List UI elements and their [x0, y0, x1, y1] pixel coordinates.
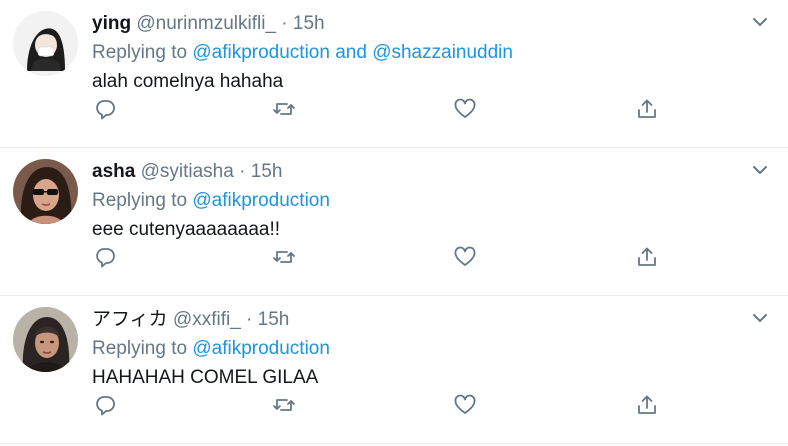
replying-to: Replying to @afikproduction	[92, 186, 768, 216]
avatar-image	[13, 11, 78, 76]
tweet-actions	[92, 96, 672, 126]
tweet-item[interactable]: ying @nurinmzulkifli_ · 15h Replying to …	[0, 0, 788, 148]
tweet-text: eee cutenyaaaaaaaa!!	[92, 219, 281, 240]
replying-prefix: Replying to	[92, 338, 188, 359]
heart-icon[interactable]	[452, 392, 478, 418]
retweet-icon[interactable]	[271, 392, 297, 418]
reply-icon[interactable]	[92, 244, 118, 270]
timestamp[interactable]: 15h	[258, 309, 290, 330]
display-name[interactable]: ying	[92, 13, 131, 34]
tweet-item[interactable]: アフィカ @xxfifi_ · 15h Replying to @afikpro…	[0, 296, 788, 444]
share-icon[interactable]	[634, 96, 660, 122]
replying-to: Replying to @afikproduction and @shazzai…	[92, 38, 768, 68]
user-handle[interactable]: @xxfifi_	[173, 309, 241, 330]
replying-prefix: Replying to	[92, 42, 188, 63]
replying-to: Replying to @afikproduction	[92, 334, 768, 364]
chevron-down-icon[interactable]	[750, 160, 770, 180]
replying-prefix: Replying to	[92, 190, 188, 211]
tweet-header: ying @nurinmzulkifli_ · 15h	[92, 10, 768, 38]
avatar[interactable]	[13, 159, 78, 224]
mention-link[interactable]: @afikproduction	[192, 190, 330, 211]
display-name[interactable]: asha	[92, 161, 135, 182]
mention-joiner[interactable]: and	[335, 42, 367, 63]
tweet-actions	[92, 392, 672, 422]
share-icon[interactable]	[634, 244, 660, 270]
avatar-image	[13, 307, 78, 372]
avatar[interactable]	[13, 307, 78, 372]
tweet-text: alah comelnya hahaha	[92, 71, 284, 92]
avatar[interactable]	[13, 11, 78, 76]
heart-icon[interactable]	[452, 96, 478, 122]
chevron-down-icon[interactable]	[750, 308, 770, 328]
tweet-actions	[92, 244, 672, 274]
tweet-item[interactable]: asha @syitiasha · 15h Replying to @afikp…	[0, 148, 788, 296]
chevron-down-icon[interactable]	[750, 12, 770, 32]
share-icon[interactable]	[634, 392, 660, 418]
mention-link[interactable]: @shazzainuddin	[372, 42, 513, 63]
avatar-image	[13, 159, 78, 224]
separator-dot: ·	[281, 13, 288, 34]
mention-link[interactable]: @afikproduction	[192, 338, 330, 359]
heart-icon[interactable]	[452, 244, 478, 270]
reply-icon[interactable]	[92, 96, 118, 122]
tweet-header: アフィカ @xxfifi_ · 15h	[92, 306, 768, 334]
tweet-text: HAHAHAH COMEL GILAA	[92, 367, 319, 388]
retweet-icon[interactable]	[271, 244, 297, 270]
retweet-icon[interactable]	[271, 96, 297, 122]
separator-dot: ·	[239, 161, 246, 182]
display-name[interactable]: アフィカ	[92, 309, 168, 330]
user-handle[interactable]: @nurinmzulkifli_	[136, 13, 276, 34]
user-handle[interactable]: @syitiasha	[141, 161, 234, 182]
timestamp[interactable]: 15h	[251, 161, 283, 182]
separator-dot: ·	[246, 309, 253, 330]
mention-link[interactable]: @afikproduction	[192, 42, 330, 63]
timestamp[interactable]: 15h	[293, 13, 325, 34]
reply-icon[interactable]	[92, 392, 118, 418]
tweet-header: asha @syitiasha · 15h	[92, 158, 768, 186]
